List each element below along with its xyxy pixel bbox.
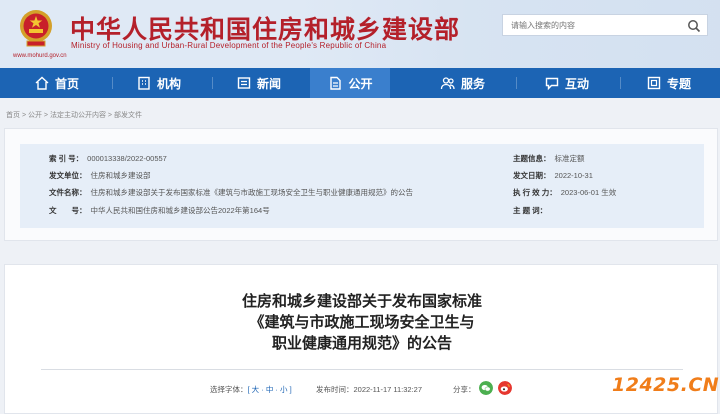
breadcrumb: 首页 > 公开 > 法定主动公开内容 > 部发文件 [6, 112, 142, 119]
nav-label-news: 新闻 [257, 76, 282, 91]
home-icon [35, 76, 49, 90]
nav-item-service[interactable]: 服务 [440, 68, 485, 98]
publish-time-value: 2022-11-17 11:32:27 [353, 385, 423, 394]
info-issue-date: 发文日期： 2022-10-31 [513, 171, 593, 180]
font-size-selector: 选择字体：[ 大 · 中 · 小 ] [210, 384, 292, 395]
people-icon [440, 77, 455, 90]
info-file-name: 文件名称： 住房和城乡建设部关于发布国家标准《建筑与市政施工现场安全卫生与职业健康… [49, 188, 414, 197]
nav-item-organization[interactable]: 机构 [136, 68, 181, 98]
publish-time-label: 发布时间： [316, 385, 354, 394]
index-number: 000013338/2022-00557 [87, 154, 167, 163]
issuer: 住房和城乡建设部 [90, 171, 151, 180]
doc-number: 中华人民共和国住房和城乡建设部公告2022年第164号 [90, 206, 270, 215]
document-icon [330, 76, 342, 90]
breadcrumb-home[interactable]: 首页 [6, 112, 20, 119]
national-emblem-icon[interactable] [18, 8, 54, 48]
breadcrumb-mandatory-disclosure[interactable]: 法定主动公开内容 [50, 112, 106, 119]
document-info-panel: 索 引 号： 000013338/2022-00557 发文单位： 住房和城乡建设部… [20, 144, 704, 228]
nav-label-public: 公开 [348, 76, 373, 91]
nav-item-news[interactable]: 新闻 [236, 68, 281, 98]
breadcrumb-ministry-documents[interactable]: 部发文件 [114, 112, 142, 119]
file-name: 住房和城乡建设部关于发布国家标准《建筑与市政施工现场安全卫生与职业健康通用规范》… [90, 188, 414, 197]
article-title-line-1: 住房和城乡建设部关于发布国家标准 [241, 293, 482, 310]
nav-label-topic: 专题 [667, 76, 692, 91]
category: 标准定额 [554, 154, 585, 163]
article-title-line-3: 职业健康通用规范》的公告 [271, 335, 452, 352]
weibo-icon[interactable] [498, 381, 512, 395]
nav-label-home: 首页 [55, 76, 80, 91]
article-title: 住房和城乡建设部关于发布国家标准 《建筑与市政施工现场安全卫生与 职业健康通用规… [5, 291, 719, 354]
site-header: 中华人民共和国住房和城乡建设部 Ministry of Housing and … [0, 0, 720, 68]
nav-divider [620, 77, 621, 89]
document-info-box: 索 引 号： 000013338/2022-00557 发文单位： 住房和城乡建设部… [4, 128, 718, 241]
nav-label-interaction: 互动 [565, 76, 590, 91]
publish-time: 发布时间：2022-11-17 11:32:27 [316, 384, 422, 395]
topic-icon [647, 76, 661, 90]
nav-item-topic[interactable]: 专题 [646, 68, 691, 98]
chat-icon [545, 77, 559, 91]
nav-item-interaction[interactable]: 互动 [544, 68, 589, 98]
watermark-logo: 12425.CN [612, 374, 720, 396]
article-panel: 住房和城乡建设部关于发布国家标准 《建筑与市政施工现场安全卫生与 职业健康通用规… [4, 264, 718, 414]
site-subtitle: Ministry of Housing and Urban-Rural Deve… [71, 41, 387, 50]
nav-divider [212, 77, 213, 89]
site-url: www.mohurd.gov.cn [13, 53, 67, 59]
font-size-options[interactable]: [ 大 · 中 · 小 ] [248, 385, 292, 394]
nav-item-home[interactable]: 首页 [34, 68, 79, 98]
search-input[interactable] [511, 15, 681, 35]
issue-date: 2022-10-31 [554, 171, 593, 180]
article-title-line-2: 《建筑与市政施工现场安全卫生与 [249, 314, 475, 331]
search-icon[interactable] [687, 19, 701, 33]
share-label: 分享： [453, 385, 476, 394]
nav-divider [112, 77, 113, 89]
news-icon [237, 77, 251, 89]
breadcrumb-public[interactable]: 公开 [28, 112, 42, 119]
nav-label-organization: 机构 [157, 76, 182, 91]
info-category: 主题信息： 标准定额 [513, 154, 585, 163]
font-size-label: 选择字体： [210, 385, 248, 394]
building-icon [138, 76, 150, 90]
info-doc-number: 文 号： 中华人民共和国住房和城乡建设部公告2022年第164号 [49, 206, 270, 215]
info-issuer: 发文单位： 住房和城乡建设部 [49, 171, 151, 180]
info-keywords: 主 题 词： [513, 206, 548, 215]
search-box [502, 14, 708, 36]
main-nav: 首页 机构 新闻 公开 服务 互动 专题 [0, 68, 720, 98]
effective-date: 2023-06-01 生效 [560, 188, 617, 197]
nav-divider [516, 77, 517, 89]
wechat-icon[interactable] [479, 381, 493, 395]
info-index: 索 引 号： 000013338/2022-00557 [49, 154, 167, 163]
nav-label-service: 服务 [461, 76, 486, 91]
info-effect: 执 行 效 力： 2023-06-01 生效 [513, 188, 617, 197]
nav-item-public[interactable]: 公开 [310, 68, 390, 98]
divider [41, 369, 683, 370]
